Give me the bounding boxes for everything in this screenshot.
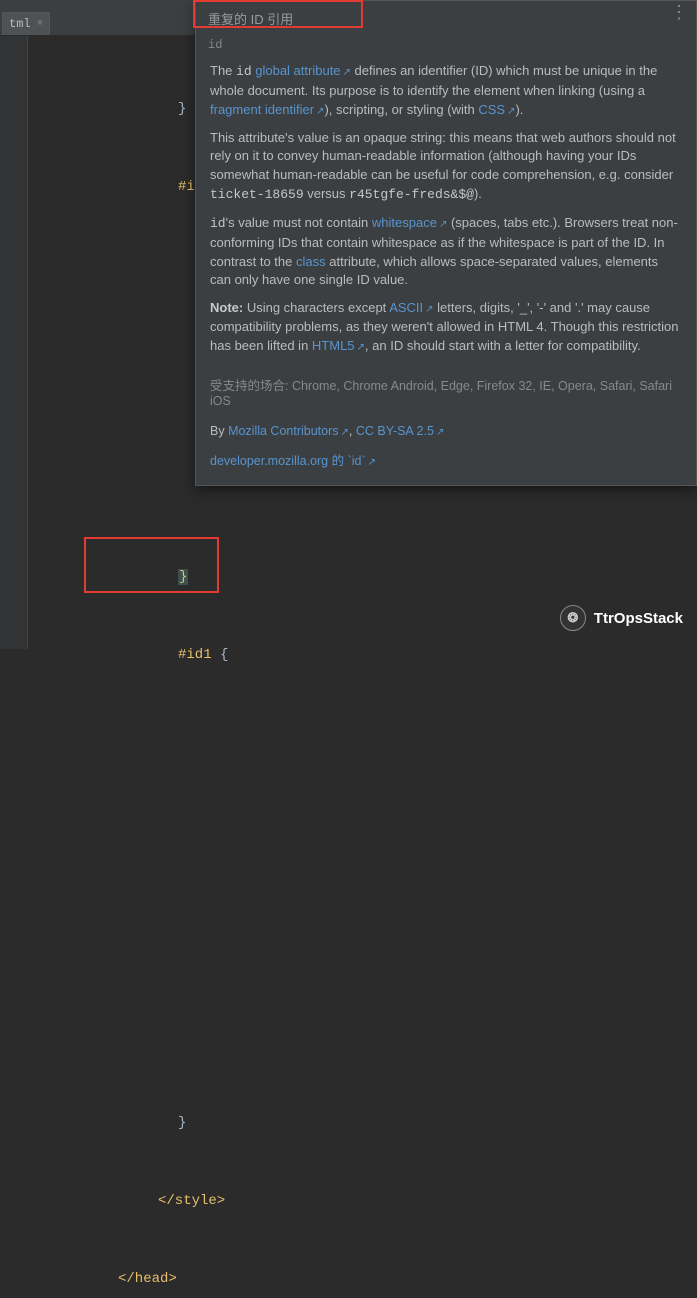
doc-text: 's value must not contain: [226, 215, 372, 230]
popup-subtitle: id: [196, 34, 696, 56]
link-class[interactable]: class: [296, 254, 326, 269]
popup-body: The id global attribute defines an ident…: [196, 56, 696, 371]
css-selector: #id1: [178, 647, 212, 663]
link-global-attribute[interactable]: global attribute: [255, 63, 351, 78]
doc-code: id: [236, 64, 252, 79]
supported-label: 受支持的场合:: [210, 379, 288, 393]
code-text: }: [178, 101, 186, 117]
doc-text: ,: [349, 424, 356, 438]
doc-text: Using characters except: [243, 300, 389, 315]
more-icon[interactable]: ⋮: [670, 5, 688, 19]
doc-code: ticket-18659: [210, 187, 304, 202]
code-text: }: [178, 569, 188, 585]
link-css[interactable]: CSS: [478, 102, 515, 117]
doc-text: This attribute's value is an opaque stri…: [210, 130, 676, 183]
doc-text: versus: [304, 186, 350, 201]
doc-text: ), scripting, or styling (with: [324, 102, 478, 117]
close-icon[interactable]: ×: [37, 18, 44, 30]
doc-code: id: [210, 216, 226, 231]
code-text: }: [178, 1115, 186, 1131]
doc-text: , an ID should start with a letter for c…: [365, 338, 641, 353]
documentation-popup: 重复的 ID 引用 ⋮ id The id global attribute d…: [195, 0, 697, 486]
code-text: </head>: [118, 1271, 177, 1287]
file-tab-label: tml: [9, 17, 31, 31]
link-license[interactable]: CC BY-SA 2.5: [356, 424, 444, 438]
watermark-text: TtrOpsStack: [594, 610, 683, 627]
gutter: [0, 36, 28, 649]
link-html5[interactable]: HTML5: [312, 338, 365, 353]
doc-text: The: [210, 63, 236, 78]
code-text: {: [220, 647, 228, 663]
link-whitespace[interactable]: whitespace: [372, 215, 447, 230]
link-fragment-identifier[interactable]: fragment identifier: [210, 102, 324, 117]
doc-text: By: [210, 424, 228, 438]
doc-text: ).: [515, 102, 523, 117]
link-contributors[interactable]: Mozilla Contributors: [228, 424, 349, 438]
file-tab[interactable]: tml ×: [2, 12, 50, 35]
link-ascii[interactable]: ASCII: [389, 300, 433, 315]
doc-text: ).: [474, 186, 482, 201]
link-source[interactable]: developer.mozilla.org 的 `id`: [210, 454, 376, 468]
chat-icon: ❂: [560, 605, 586, 631]
code-text: </style>: [158, 1193, 225, 1209]
doc-code: r45tgfe-freds&$@: [349, 187, 474, 202]
watermark: ❂ TtrOpsStack: [560, 605, 683, 631]
popup-title: 重复的 ID 引用: [208, 12, 293, 27]
doc-note-label: Note:: [210, 300, 243, 315]
